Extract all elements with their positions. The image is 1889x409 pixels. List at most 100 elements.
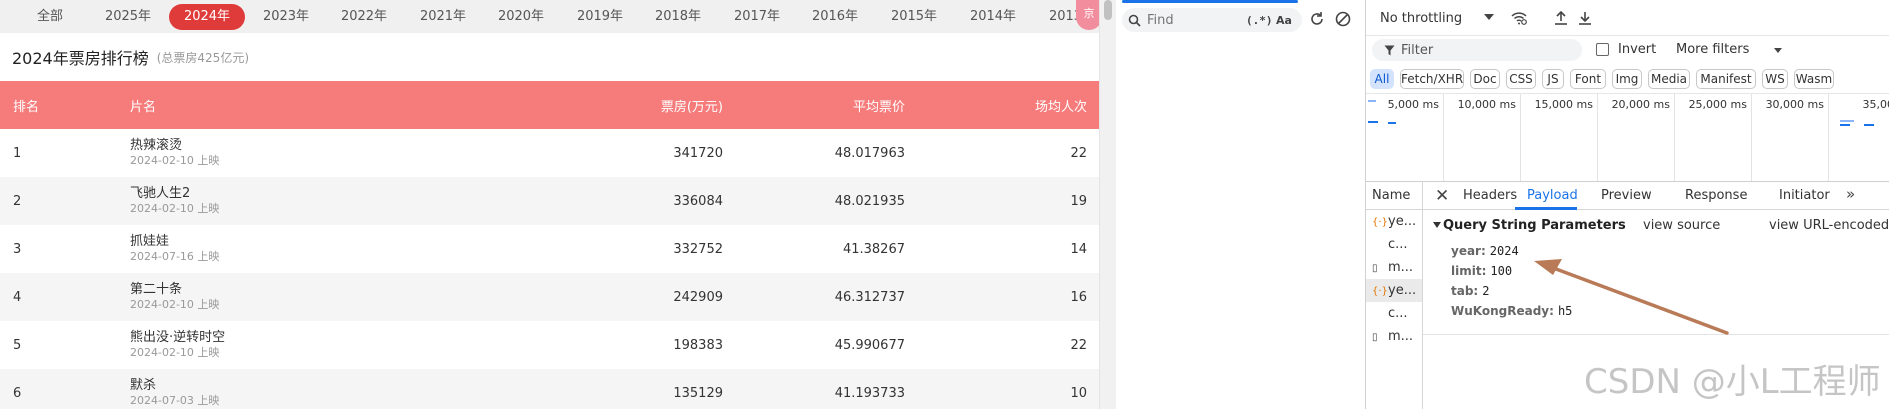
- request-row[interactable]: ▯ m...: [1366, 325, 1422, 348]
- regex-toggle[interactable]: (.*): [1246, 14, 1273, 27]
- network-panel: No throttling Filter Invert More filters…: [1366, 0, 1889, 409]
- table-row[interactable]: 3 抓娃娃 2024-07-16 上映 332752 41.38267 14: [0, 225, 1099, 273]
- movie-title[interactable]: 熊出没·逆转时空: [130, 330, 225, 346]
- release-date: 2024-02-10 上映: [130, 298, 220, 311]
- cell-avg-attendance: 19: [1070, 193, 1087, 209]
- invert-checkbox[interactable]: [1596, 43, 1609, 56]
- timeline-request-bar[interactable]: [1840, 120, 1854, 122]
- request-row[interactable]: {·}ye...: [1366, 279, 1422, 302]
- timeline-request-bar[interactable]: [1864, 124, 1874, 126]
- name-column-header[interactable]: Name: [1366, 182, 1422, 210]
- timeline-request-bar[interactable]: [1368, 100, 1376, 102]
- close-icon[interactable]: ✕: [1435, 186, 1449, 206]
- cell-avg-price: 45.990677: [834, 337, 905, 353]
- tab-preview[interactable]: Preview: [1601, 188, 1652, 203]
- type-filter-8[interactable]: Manifest: [1696, 69, 1756, 89]
- type-filter-1[interactable]: Fetch/XHR: [1400, 69, 1464, 89]
- timeline-label: 5,000 ms: [1387, 98, 1439, 111]
- param-tab: tab: 2: [1451, 284, 1490, 298]
- type-filter-0[interactable]: All: [1370, 69, 1394, 89]
- header-name: 片名: [130, 99, 157, 115]
- throttling-select[interactable]: No throttling: [1380, 11, 1462, 26]
- view-source-link[interactable]: view source: [1643, 218, 1720, 233]
- page-scrollbar[interactable]: [1099, 0, 1116, 409]
- movie-title[interactable]: 默杀: [130, 378, 156, 394]
- timeline-request-bar[interactable]: [1840, 124, 1850, 126]
- type-filter-5[interactable]: Font: [1570, 69, 1606, 89]
- table-row[interactable]: 4 第二十条 2024-02-10 上映 242909 46.312737 16: [0, 273, 1099, 321]
- network-timeline[interactable]: 5,000 ms 10,000 ms 15,000 ms 20,000 ms 25,00…: [1366, 94, 1889, 182]
- floating-badge[interactable]: 京: [1076, 0, 1099, 30]
- header-box-office: 票房(万元): [660, 99, 723, 115]
- request-row[interactable]: {·}ye...: [1366, 210, 1422, 233]
- network-toolbar: No throttling: [1366, 0, 1889, 36]
- download-icon[interactable]: [1576, 9, 1594, 27]
- year-tab-12[interactable]: 2014年: [961, 4, 1025, 30]
- invert-label[interactable]: Invert: [1618, 42, 1656, 57]
- request-row[interactable]: ▯ m...: [1366, 256, 1422, 279]
- table-header: 排名 片名 票房(万元) 平均票价 场均人次: [0, 81, 1099, 129]
- expand-triangle-icon[interactable]: [1433, 222, 1441, 228]
- year-tab-5[interactable]: 2021年: [411, 4, 475, 30]
- chevron-down-icon[interactable]: [1484, 14, 1494, 20]
- movie-title[interactable]: 热辣滚烫: [130, 138, 182, 154]
- filter-input[interactable]: Filter: [1372, 39, 1582, 61]
- view-url-encoded-link[interactable]: view URL-encoded: [1769, 218, 1889, 233]
- refresh-icon[interactable]: [1308, 10, 1326, 28]
- year-tab-8[interactable]: 2018年: [646, 4, 710, 30]
- search-box[interactable]: (.*) Aa: [1122, 8, 1302, 32]
- release-date: 2024-07-03 上映: [130, 394, 220, 407]
- year-tab-3[interactable]: 2023年: [254, 4, 318, 30]
- network-conditions-icon[interactable]: [1510, 9, 1528, 27]
- table-row[interactable]: 6 默杀 2024-07-03 上映 135129 41.193733 10: [0, 369, 1099, 409]
- movie-title[interactable]: 抓娃娃: [130, 234, 169, 250]
- type-filter-6[interactable]: Img: [1612, 69, 1642, 89]
- type-filter-2[interactable]: Doc: [1470, 69, 1500, 89]
- year-tab-1[interactable]: 2025年: [96, 4, 160, 30]
- tab-response[interactable]: Response: [1685, 188, 1747, 203]
- type-filter-4[interactable]: JS: [1542, 69, 1564, 89]
- type-filter-10[interactable]: Wasm: [1794, 69, 1834, 89]
- cell-box-office: 336084: [673, 193, 723, 209]
- movie-title[interactable]: 第二十条: [130, 282, 182, 298]
- upload-icon[interactable]: [1552, 9, 1570, 27]
- cell-avg-price: 48.017963: [834, 145, 905, 161]
- search-input[interactable]: [1147, 12, 1227, 28]
- chevron-down-icon[interactable]: [1774, 48, 1782, 53]
- year-tab-0[interactable]: 全部: [18, 4, 82, 30]
- match-case-toggle[interactable]: Aa: [1276, 14, 1292, 27]
- request-row[interactable]: c...: [1366, 302, 1422, 325]
- type-filter-7[interactable]: Media: [1648, 69, 1690, 89]
- year-tab-10[interactable]: 2016年: [803, 4, 867, 30]
- year-tab-7[interactable]: 2019年: [568, 4, 632, 30]
- tab-payload[interactable]: Payload: [1527, 188, 1578, 203]
- cell-movie: 热辣滚烫 2024-02-10 上映: [130, 129, 219, 177]
- year-tab-9[interactable]: 2017年: [725, 4, 789, 30]
- year-tab-6[interactable]: 2020年: [489, 4, 553, 30]
- table-row[interactable]: 1 热辣滚烫 2024-02-10 上映 341720 48.017963 22: [0, 129, 1099, 177]
- tab-initiator[interactable]: Initiator: [1779, 188, 1830, 203]
- cell-avg-attendance: 10: [1070, 385, 1087, 401]
- query-string-title: Query String Parameters: [1443, 218, 1626, 233]
- table-row[interactable]: 2 飞驰人生2 2024-02-10 上映 336084 48.021935 19: [0, 177, 1099, 225]
- year-tab-2[interactable]: 2024年: [169, 4, 245, 30]
- request-row[interactable]: c...: [1366, 233, 1422, 256]
- type-filter-9[interactable]: WS: [1762, 69, 1788, 89]
- cell-movie: 默杀 2024-07-03 上映: [130, 369, 219, 409]
- year-tab-4[interactable]: 2022年: [332, 4, 396, 30]
- release-date: 2024-07-16 上映: [130, 250, 220, 263]
- movie-title[interactable]: 飞驰人生2: [130, 186, 190, 202]
- clear-icon[interactable]: [1334, 10, 1352, 28]
- timeline-request-bar[interactable]: [1368, 121, 1378, 123]
- header-avg-attendance: 场均人次: [1034, 99, 1087, 115]
- more-filters-button[interactable]: More filters: [1676, 42, 1749, 57]
- type-filter-3[interactable]: CSS: [1506, 69, 1536, 89]
- more-tabs-icon[interactable]: »: [1846, 185, 1855, 203]
- scrollbar-thumb[interactable]: [1104, 0, 1112, 20]
- tab-headers[interactable]: Headers: [1463, 188, 1517, 203]
- timeline-request-bar[interactable]: [1388, 122, 1396, 124]
- year-tab-11[interactable]: 2015年: [882, 4, 946, 30]
- filter-toolbar: Filter Invert More filters: [1366, 36, 1889, 64]
- request-detail: ✕ Headers Payload Preview Response Initi…: [1423, 182, 1889, 409]
- table-row[interactable]: 5 熊出没·逆转时空 2024-02-10 上映 198383 45.990677 22: [0, 321, 1099, 369]
